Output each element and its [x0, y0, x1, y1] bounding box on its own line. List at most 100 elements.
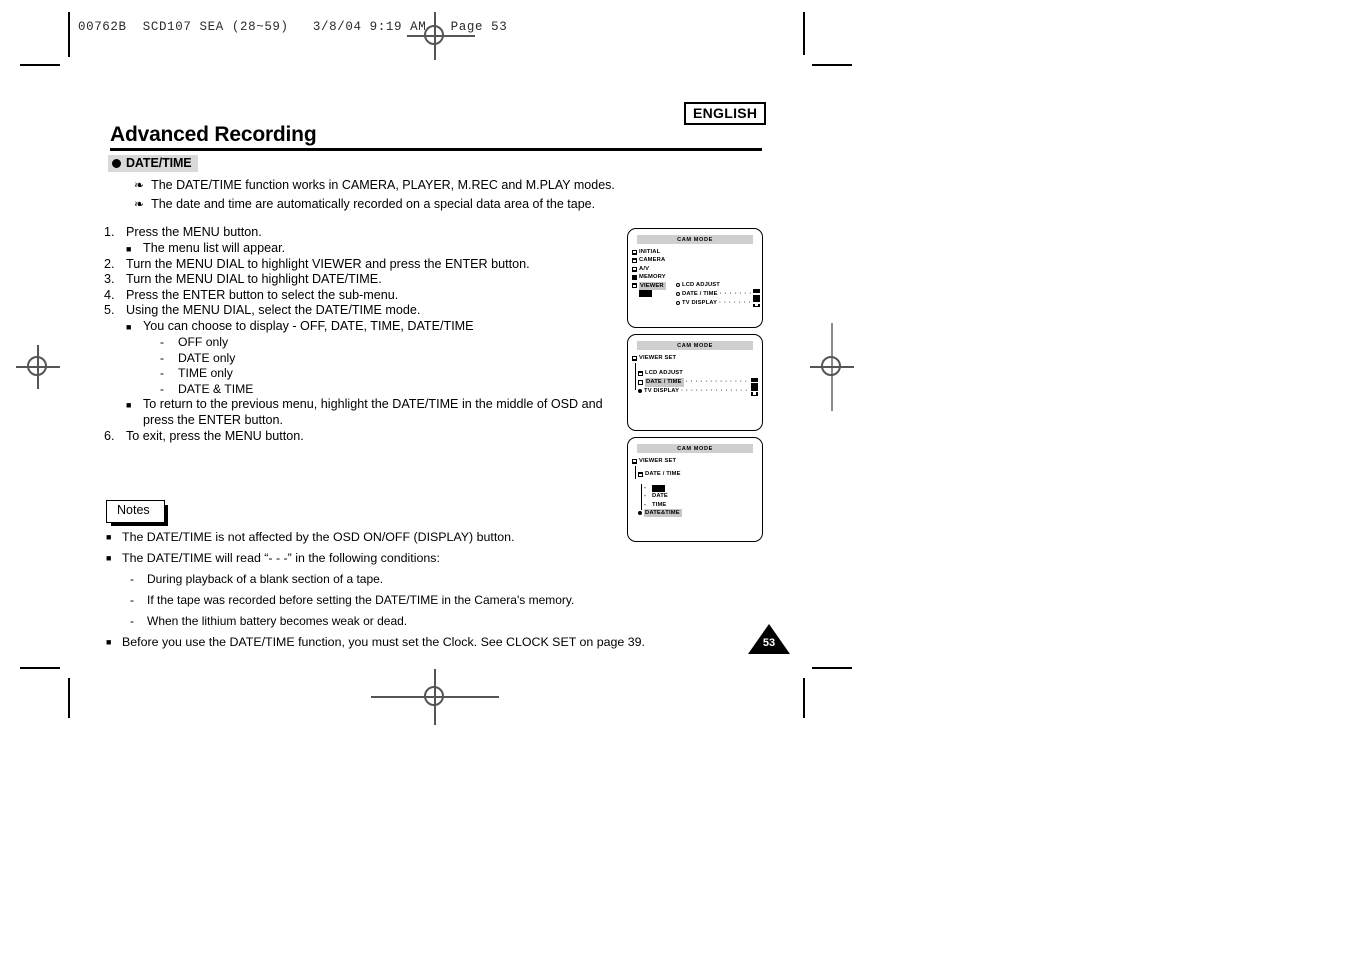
note-text: The DATE/TIME will read “- - -” in the f…	[122, 551, 440, 565]
osd-item-label: DATE / TIME	[645, 378, 684, 387]
diamond-icon	[676, 283, 680, 288]
osd-leader-dots: · · · · · · · · · · · · · · · ·	[685, 379, 749, 386]
cursor-block-icon	[639, 290, 652, 298]
step-sub-text: The menu list will appear.	[143, 240, 286, 255]
page-title: Advanced Recording	[110, 123, 317, 146]
step-sub-text: To return to the previous menu, highligh…	[143, 397, 603, 412]
dash-icon: -	[644, 484, 647, 491]
language-badge: ENGLISH	[684, 102, 767, 126]
osd-title: CAM MODE	[637, 444, 753, 453]
dash-icon: -	[644, 493, 647, 500]
intro-bullet-list: ❧ The DATE/TIME function works in CAMERA…	[134, 176, 615, 214]
step-number: 1.	[104, 225, 115, 239]
osd-value-indicator-icon	[753, 289, 760, 299]
folder-icon	[632, 458, 637, 464]
step-number: 6.	[104, 428, 115, 443]
document-page: ENGLISH Advanced Recording DATE/TIME ❧ T…	[0, 0, 1351, 954]
instruction-steps: 1. Press the MENU button. ■ The menu lis…	[104, 225, 624, 445]
step-5-sub-1: ■ You can choose to display - OFF, DATE,…	[126, 319, 624, 335]
option-label: DATE only	[178, 350, 236, 365]
step-text: To exit, press the MENU button.	[126, 428, 304, 443]
osd-value-indicator-icon	[753, 298, 760, 308]
square-bullet-icon: ■	[106, 637, 112, 647]
section-heading: DATE/TIME	[108, 155, 198, 172]
osd-submenu-tv-display: TV DISPLAY · · · · · · · ·	[676, 298, 760, 308]
osd-body: INITIAL CAMERA A/V MEMORY VIEWER LCD ADJ…	[628, 244, 762, 308]
step-5-sub-2-continued: press the ENTER button.	[143, 413, 283, 428]
step-2: 2. Turn the MENU DIAL to highlight VIEWE…	[104, 257, 624, 273]
folder-icon	[638, 379, 643, 385]
intro-bullet-text: The DATE/TIME function works in CAMERA, …	[151, 178, 615, 192]
folder-icon	[632, 258, 637, 264]
option-date-time: - DATE & TIME	[160, 382, 624, 398]
step-text: Press the MENU button.	[126, 225, 262, 239]
option-label: TIME only	[178, 366, 233, 381]
osd-item-label: DATE / TIME	[645, 471, 681, 478]
osd-body: VIEWER SET DATE / TIME - - DATE - TIME D…	[628, 453, 762, 518]
osd-item-label: CAMERA	[639, 257, 666, 264]
note-item: ■ Before you use the DATE/TIME function,…	[106, 632, 666, 653]
step-5-sub-2: ■ To return to the previous menu, highli…	[126, 397, 624, 413]
osd-item-label: DATE / TIME	[682, 290, 718, 297]
list-item: ❧ The DATE/TIME function works in CAMERA…	[134, 176, 615, 195]
cursor-block-icon	[652, 484, 665, 492]
step-number: 3.	[104, 272, 115, 287]
option-label: OFF only	[178, 334, 229, 349]
folder-icon	[632, 283, 637, 289]
dash-bullet-icon: -	[160, 334, 165, 349]
list-item: ❧ The date and time are automatically re…	[134, 195, 615, 214]
step-number: 5.	[104, 303, 115, 318]
osd-item-label: MEMORY	[639, 274, 666, 281]
step-text: Press the ENTER button to select the sub…	[126, 287, 399, 302]
folder-icon	[632, 355, 637, 361]
osd-row-tv-display: TV DISPLAY · · · · · · · · · · · · · · ·…	[638, 386, 758, 396]
square-bullet-icon: ■	[106, 553, 112, 563]
dash-bullet-icon: -	[130, 614, 134, 628]
step-1-sub: ■ The menu list will appear.	[126, 241, 624, 257]
step-1: 1. Press the MENU button.	[104, 225, 624, 241]
notes-list: ■ The DATE/TIME is not affected by the O…	[106, 527, 666, 653]
square-bullet-icon: ■	[126, 243, 132, 254]
osd-item-label: DATE	[652, 493, 668, 500]
osd-root-viewer-set: VIEWER SET	[632, 354, 762, 362]
filled-circle-icon	[112, 158, 121, 168]
step-5: 5. Using the MENU DIAL, select the DATE/…	[104, 303, 624, 319]
step-text: Turn the MENU DIAL to highlight VIEWER a…	[126, 256, 530, 271]
osd-submenu-lcd-adjust: LCD ADJUST	[676, 281, 760, 289]
osd-item-label: VIEWER	[639, 281, 666, 291]
page-number: 53	[762, 637, 776, 649]
note-text: Before you use the DATE/TIME function, y…	[122, 635, 645, 649]
folder-icon	[638, 472, 643, 478]
osd-leader-dots: · · · · · · · ·	[719, 299, 751, 306]
intro-bullet-text: The date and time are automatically reco…	[151, 197, 596, 211]
note-sub-item: - If the tape was recorded before settin…	[130, 590, 666, 611]
dash-bullet-icon: -	[160, 366, 165, 381]
osd-sub-date-time: DATE / TIME	[638, 470, 762, 478]
step-sub-text: You can choose to display - OFF, DATE, T…	[143, 318, 474, 333]
osd-item-label: VIEWER SET	[639, 355, 677, 361]
osd-menu-item-initial: INITIAL	[632, 248, 762, 256]
dash-icon: -	[644, 501, 647, 508]
section-heading-label: DATE/TIME	[126, 156, 192, 170]
note-item: ■ The DATE/TIME is not affected by the O…	[106, 527, 666, 548]
dash-bullet-icon: -	[130, 572, 134, 586]
osd-title: CAM MODE	[637, 341, 753, 350]
option-off: - OFF only	[160, 335, 624, 351]
osd-submenu-date-time: DATE / TIME · · · · · · · ·	[676, 289, 760, 299]
osd-option-date: - DATE	[644, 492, 754, 500]
page-number-badge: 53	[748, 624, 790, 656]
dash-bullet-icon: -	[160, 381, 165, 396]
flower-bullet-icon: ❧	[134, 197, 145, 211]
folder-icon	[632, 266, 637, 272]
option-label: DATE & TIME	[178, 381, 254, 396]
dash-bullet-icon: -	[130, 593, 134, 607]
osd-option-date-time: DATE&TIME	[638, 509, 754, 518]
osd-root-viewer-set: VIEWER SET	[632, 457, 762, 465]
note-sub-item: - During playback of a blank section of …	[130, 569, 666, 590]
folder-solid-icon	[632, 274, 637, 280]
osd-item-label: A/V	[639, 265, 650, 272]
diamond-icon	[676, 291, 680, 296]
option-date: - DATE only	[160, 351, 624, 367]
flower-bullet-icon: ❧	[134, 178, 145, 192]
osd-body: VIEWER SET LCD ADJUST DATE / TIME · · · …	[628, 350, 762, 396]
